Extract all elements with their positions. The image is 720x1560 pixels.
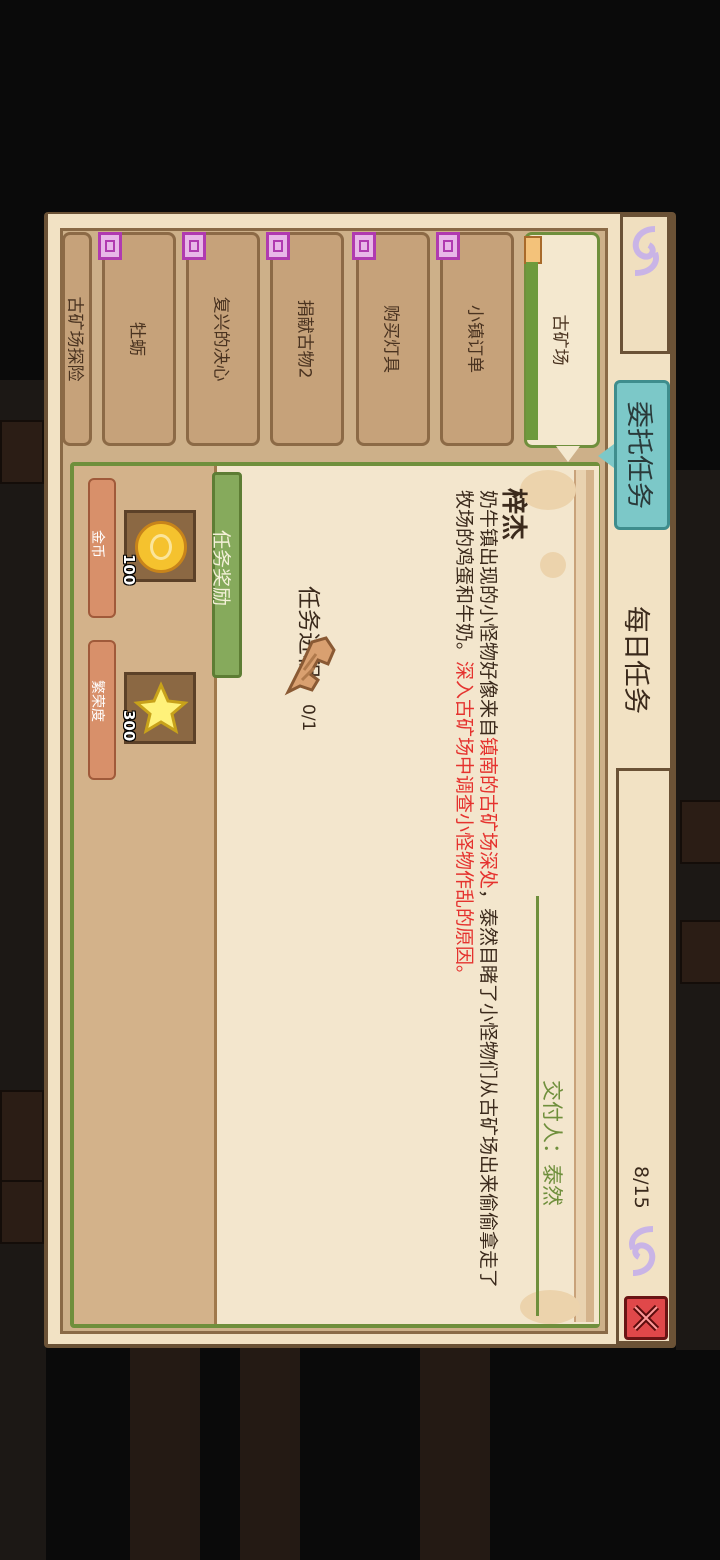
quest-list-item-label: 捐献古物2: [294, 299, 315, 379]
wall-brick: [680, 920, 720, 984]
reward-label: 金币: [89, 530, 105, 558]
selected-pointer-icon: [556, 446, 580, 462]
quest-description: 奶牛镇出现的小怪物好像来自镇南的古矿场深处，泰然目睹了小怪物们从古矿场出来偷偷拿…: [453, 490, 499, 1289]
tab-daily-label: 每日任务: [620, 606, 651, 714]
wall-pillar: [130, 1348, 200, 1560]
selected-flag-icon: [524, 236, 542, 264]
wall-right: [676, 470, 720, 1350]
tab-pointer-icon: [598, 444, 614, 468]
quest-list-item[interactable]: 小镇订单: [440, 232, 514, 446]
wing-icon: [284, 636, 336, 696]
quest-list-item[interactable]: 古矿场探险: [62, 232, 92, 446]
reward-count: 100: [120, 554, 138, 586]
quest-list-item-label: 小镇订单: [464, 305, 485, 373]
quest-counter: 8/15: [630, 1166, 652, 1209]
wall-brick: [0, 420, 44, 484]
star-icon: [133, 681, 189, 735]
quest-list-item-label: 复兴的决心: [210, 296, 231, 382]
swirl-ornament-icon: [629, 1226, 656, 1276]
tab-bottom-area: [616, 768, 672, 1344]
quest-list-item-icon: [182, 232, 206, 260]
reward-label: 繁荣度: [89, 680, 105, 722]
quest-client: 交付人：泰然: [540, 1080, 564, 1206]
paper-stain: [520, 1290, 580, 1324]
reward-title: 任务奖励: [210, 530, 232, 607]
quest-list-item-icon: [352, 232, 376, 260]
quest-list-item[interactable]: 购买灯具: [356, 232, 430, 446]
wall-brick: [0, 1090, 44, 1184]
quest-list-item-label: 古矿场: [549, 314, 570, 366]
progress-count: 0/1: [298, 704, 318, 732]
quest-list-item-icon: [98, 232, 122, 260]
quest-list-item-label: 牡蛎: [126, 322, 147, 356]
gold-coin-icon: [135, 521, 187, 573]
tab-commission[interactable]: 委托任务: [614, 380, 670, 530]
tab-daily[interactable]: 每日任务: [616, 560, 670, 760]
quest-list-item-icon: [436, 232, 460, 260]
paper-stain: [540, 552, 566, 578]
close-icon: [632, 1304, 660, 1332]
wall-brick: [680, 800, 720, 864]
paper-edge: [586, 470, 594, 1322]
wall-pillar: [240, 1348, 300, 1560]
quest-list-item[interactable]: 捐献古物2: [270, 232, 344, 446]
selected-stripe: [526, 262, 538, 440]
swirl-ornament-icon: [632, 226, 659, 276]
tab-commission-label: 委托任务: [623, 401, 654, 509]
tab-top-ornament: [620, 214, 670, 354]
quest-list-item-label: 古矿场探险: [64, 296, 85, 382]
close-button[interactable]: [624, 1296, 668, 1340]
quest-list-item[interactable]: 牡蛎: [102, 232, 176, 446]
quest-list-item-label: 购买灯具: [380, 305, 401, 373]
quest-list-item[interactable]: 复兴的决心: [186, 232, 260, 446]
reward-count: 300: [120, 710, 138, 742]
quest-giver-name: 梓杰: [498, 488, 528, 541]
wall-pillar: [420, 1348, 490, 1560]
quest-list-item-icon: [266, 232, 290, 260]
wall-left: [0, 380, 46, 1560]
wall-brick: [0, 1180, 44, 1244]
